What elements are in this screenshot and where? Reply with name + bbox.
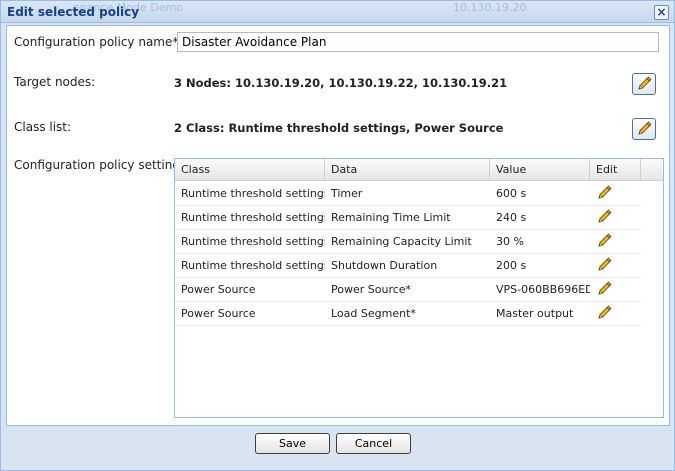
pencil-icon[interactable] — [596, 185, 612, 201]
cell-data: Power Source* — [331, 283, 412, 296]
column-header-class[interactable]: Class — [175, 159, 325, 181]
table-row[interactable]: Runtime threshold settings Remaining Capa… — [175, 230, 641, 254]
table-row[interactable]: Runtime threshold settings Shutdown Durat… — [175, 254, 641, 278]
class-list-label: Class list: — [14, 120, 72, 134]
cell-value: 200 s — [496, 259, 527, 272]
save-button[interactable]: Save — [255, 433, 330, 454]
class-list-value: 2 Class: Runtime threshold settings, Pow… — [174, 121, 504, 135]
dialog-titlebar[interactable]: enance Mode Demo 10.130.19.20 Edit selec… — [1, 1, 674, 23]
target-nodes-label: Target nodes: — [14, 75, 96, 89]
policy-settings-label: Configuration policy settings: — [14, 158, 191, 172]
cell-class: Runtime threshold settings — [181, 259, 325, 272]
table-row[interactable]: Runtime threshold settings Timer 600 s — [175, 182, 641, 206]
cell-value: 600 s — [496, 187, 527, 200]
cell-data: Load Segment* — [331, 307, 416, 320]
policy-name-label: Configuration policy name*: — [14, 35, 183, 49]
column-header-edit[interactable]: Edit — [590, 159, 641, 181]
pencil-icon — [638, 76, 652, 90]
grid-header: Class Data Value Edit — [175, 159, 663, 181]
cell-data: Timer — [331, 187, 363, 200]
cell-class: Power Source — [181, 283, 256, 296]
cell-class: Runtime threshold settings — [181, 211, 325, 224]
cell-value: VPS-060BB696ED — [496, 283, 590, 296]
edit-class-list-button[interactable] — [632, 118, 656, 140]
column-header-data[interactable]: Data — [325, 159, 490, 181]
cell-data: Remaining Time Limit — [331, 211, 451, 224]
policy-settings-grid: Class Data Value Edit Runtime threshold … — [174, 158, 664, 418]
cell-class: Runtime threshold settings — [181, 187, 325, 200]
dialog-title: Edit selected policy — [7, 5, 140, 19]
target-nodes-value: 3 Nodes: 10.130.19.20, 10.130.19.22, 10.… — [174, 76, 508, 90]
edit-policy-dialog: enance Mode Demo 10.130.19.20 Edit selec… — [0, 0, 675, 471]
cell-class: Power Source — [181, 307, 256, 320]
pencil-icon[interactable] — [596, 257, 612, 273]
close-icon[interactable]: × — [654, 5, 669, 20]
table-row[interactable]: Power Source Load Segment* Master output — [175, 302, 641, 326]
cell-value: 30 % — [496, 235, 524, 248]
cell-value: 240 s — [496, 211, 527, 224]
edit-target-nodes-button[interactable] — [632, 73, 656, 95]
column-header-value[interactable]: Value — [490, 159, 590, 181]
cell-data: Remaining Capacity Limit — [331, 235, 472, 248]
policy-name-input[interactable] — [177, 32, 659, 52]
table-row[interactable]: Runtime threshold settings Remaining Time… — [175, 206, 641, 230]
dialog-body: Configuration policy name*: Target nodes… — [6, 25, 670, 426]
pencil-icon — [638, 121, 652, 135]
pencil-icon[interactable] — [596, 209, 612, 225]
pencil-icon[interactable] — [596, 305, 612, 321]
background-window-ip: 10.130.19.20 — [453, 1, 527, 14]
cell-value: Master output — [496, 307, 574, 320]
cell-data: Shutdown Duration — [331, 259, 438, 272]
cancel-button[interactable]: Cancel — [336, 433, 411, 454]
pencil-icon[interactable] — [596, 233, 612, 249]
pencil-icon[interactable] — [596, 281, 612, 297]
cell-class: Runtime threshold settings — [181, 235, 325, 248]
table-row[interactable]: Power Source Power Source* VPS-060BB696ED — [175, 278, 641, 302]
